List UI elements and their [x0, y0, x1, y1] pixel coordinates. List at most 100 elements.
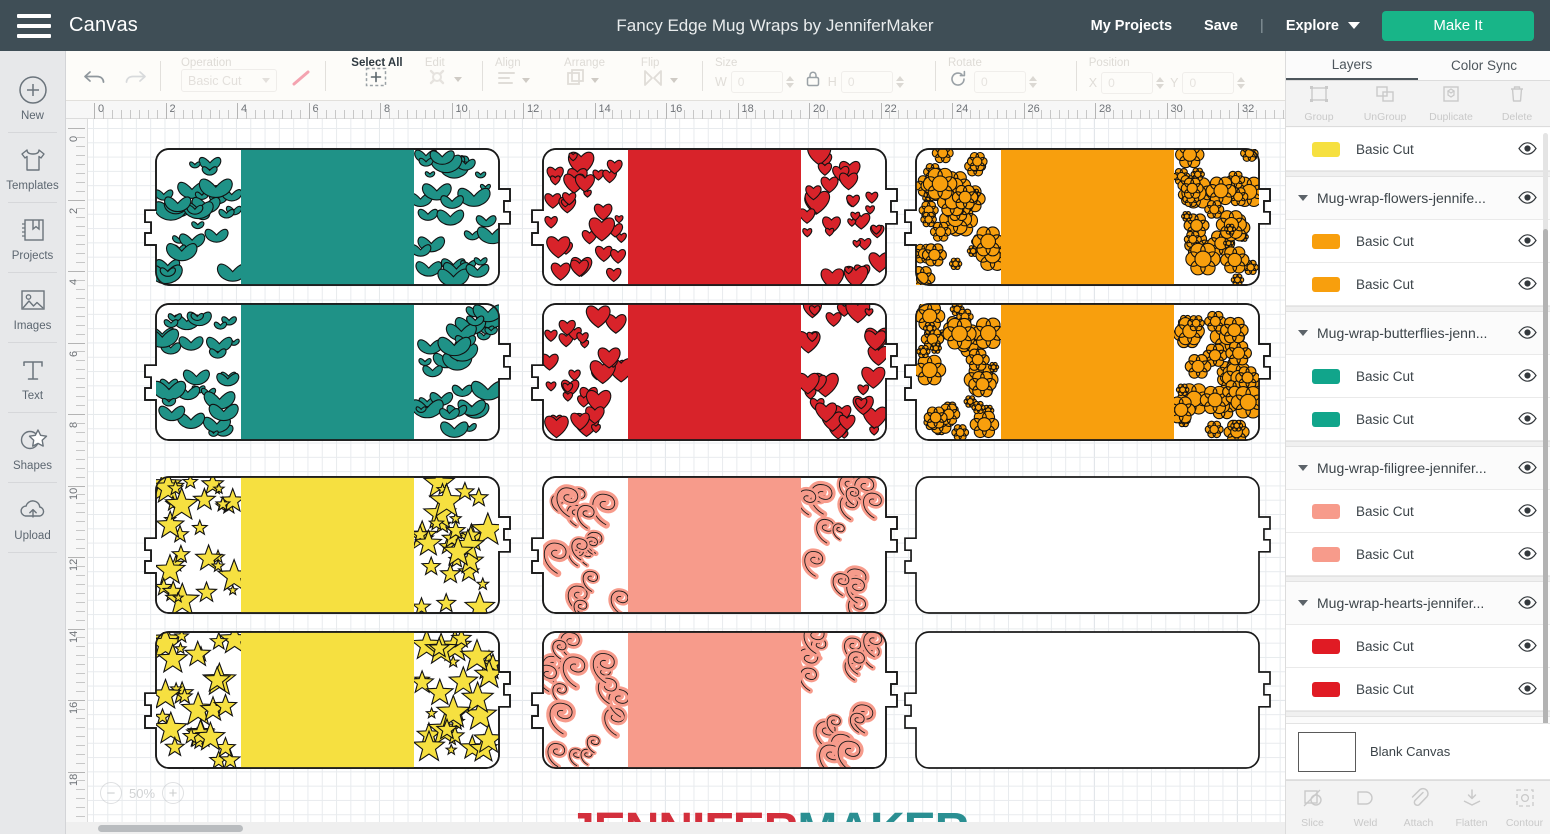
visibility-toggle-icon[interactable] — [1518, 277, 1537, 291]
size-width-input[interactable]: 0 — [730, 70, 783, 93]
sidebar-item-new[interactable]: New — [0, 63, 65, 132]
mug-wrap-shape[interactable] — [144, 148, 511, 287]
explore-menu[interactable]: Explore — [1270, 18, 1374, 34]
layer-color-swatch[interactable] — [1312, 638, 1340, 654]
mug-wrap-shape[interactable] — [531, 301, 898, 441]
visibility-toggle-icon[interactable] — [1518, 596, 1537, 610]
layer-color-swatch[interactable] — [1312, 141, 1340, 157]
layer-group-row[interactable]: Mug-wrap-filigree-jennifer... — [1286, 447, 1550, 490]
redo-icon[interactable] — [122, 67, 148, 94]
attach-button[interactable]: Attach — [1392, 781, 1445, 834]
mug-wrap-shape[interactable] — [144, 468, 511, 620]
layer-color-swatch[interactable] — [1312, 546, 1340, 562]
mug-wrap-shape[interactable] — [531, 476, 898, 621]
visibility-toggle-icon[interactable] — [1518, 234, 1537, 248]
layers-scrollbar[interactable] — [1543, 133, 1548, 773]
layer-row[interactable]: Basic Cut — [1286, 398, 1550, 441]
undo-icon[interactable] — [82, 67, 108, 94]
layers-list[interactable]: Basic Cut Mug-wrap-flowers-jennife... Basi… — [1286, 128, 1550, 790]
weld-button[interactable]: Weld — [1339, 781, 1392, 834]
visibility-toggle-icon[interactable] — [1518, 547, 1537, 561]
position-y-input[interactable]: 0 — [1182, 72, 1235, 94]
layer-row[interactable]: Basic Cut — [1286, 533, 1550, 576]
layer-color-swatch[interactable] — [1312, 276, 1340, 292]
layer-row[interactable]: Basic Cut — [1286, 128, 1550, 171]
rotate-stepper[interactable] — [1028, 75, 1037, 88]
layer-color-swatch[interactable] — [1312, 368, 1340, 384]
position-x-stepper[interactable] — [1156, 77, 1165, 89]
chevron-down-icon[interactable] — [1298, 465, 1308, 471]
visibility-toggle-icon[interactable] — [1518, 682, 1537, 696]
mug-wrap-shape[interactable] — [531, 626, 898, 775]
save-button[interactable]: Save — [1188, 18, 1254, 34]
visibility-toggle-icon[interactable] — [1518, 461, 1537, 475]
scrollbar-thumb[interactable] — [98, 825, 243, 832]
sidebar-item-text[interactable]: Text — [0, 343, 65, 412]
visibility-toggle-icon[interactable] — [1518, 191, 1537, 205]
chevron-down-icon[interactable] — [591, 78, 600, 83]
operation-select[interactable]: Basic Cut — [180, 69, 277, 92]
layer-row[interactable]: Basic Cut — [1286, 220, 1550, 263]
blank-canvas-row[interactable]: Blank Canvas — [1286, 723, 1550, 780]
zoom-out-button[interactable]: − — [100, 782, 122, 804]
layer-color-swatch[interactable] — [1312, 233, 1340, 249]
layers-scrollbar-thumb[interactable] — [1543, 229, 1548, 729]
position-x-input[interactable]: 0 — [1101, 72, 1154, 94]
mug-wrap-shape[interactable] — [904, 302, 1271, 443]
mug-wrap-shape[interactable] — [144, 303, 511, 441]
slice-button[interactable]: Slice — [1286, 781, 1339, 834]
chevron-down-icon[interactable] — [453, 77, 462, 82]
sidebar-item-shapes[interactable]: Shapes — [0, 413, 65, 482]
mug-wrap-shape[interactable] — [531, 144, 898, 289]
edit-icon[interactable] — [425, 65, 451, 94]
lock-icon[interactable] — [804, 69, 822, 94]
visibility-toggle-icon[interactable] — [1518, 412, 1537, 426]
chevron-down-icon[interactable] — [522, 78, 531, 83]
visibility-toggle-icon[interactable] — [1518, 326, 1537, 340]
rotate-icon[interactable] — [948, 69, 968, 94]
horizontal-scrollbar[interactable] — [66, 822, 1285, 834]
select-all-icon[interactable] — [362, 65, 390, 94]
chevron-down-icon[interactable] — [1298, 330, 1308, 336]
mug-wrap-shape[interactable] — [904, 631, 1271, 769]
zoom-in-button[interactable]: + — [162, 782, 185, 804]
make-it-button[interactable]: Make It — [1382, 10, 1534, 41]
sidebar-item-images[interactable]: Images — [0, 273, 65, 342]
size-height-input[interactable]: 0 — [840, 70, 893, 93]
size-height-stepper[interactable] — [895, 75, 904, 88]
mug-wrap-shape[interactable] — [904, 142, 1271, 290]
position-y-stepper[interactable] — [1237, 77, 1246, 89]
design-shapes[interactable] — [88, 119, 1285, 834]
chevron-down-icon[interactable] — [669, 78, 678, 83]
align-icon[interactable] — [495, 67, 519, 94]
sidebar-item-upload[interactable]: Upload — [0, 483, 65, 552]
sidebar-item-templates[interactable]: Templates — [0, 133, 65, 202]
visibility-toggle-icon[interactable] — [1518, 639, 1537, 653]
layer-group-row[interactable]: Mug-wrap-butterflies-jenn... — [1286, 312, 1550, 355]
flip-icon[interactable] — [641, 67, 667, 94]
rotate-input[interactable]: 0 — [973, 70, 1026, 93]
layer-row[interactable]: Basic Cut — [1286, 668, 1550, 711]
cutting-mat[interactable]: JENNIFERMAKER — [88, 119, 1285, 834]
layer-group-row[interactable]: Mug-wrap-flowers-jennife... — [1286, 177, 1550, 220]
arrange-icon[interactable] — [564, 67, 588, 94]
ungroup-button[interactable]: UnGroup — [1352, 81, 1418, 126]
mug-wrap-shape[interactable] — [144, 624, 511, 769]
line-type-icon[interactable] — [289, 67, 313, 94]
visibility-toggle-icon[interactable] — [1518, 369, 1537, 383]
tab-layers[interactable]: Layers — [1286, 51, 1418, 80]
layer-group-row[interactable]: Mug-wrap-hearts-jennifer... — [1286, 582, 1550, 625]
delete-button[interactable]: Delete — [1484, 81, 1550, 126]
layer-color-swatch[interactable] — [1312, 503, 1340, 519]
tab-color-sync[interactable]: Color Sync — [1418, 51, 1550, 80]
canvas-area[interactable]: 0 2 4 6 8 10 12 14 16 18 20 22 24 26 28 30 32 0 2 4 6 8 10 12 1… — [66, 101, 1285, 834]
layer-color-swatch[interactable] — [1312, 411, 1340, 427]
hamburger-menu-icon[interactable] — [17, 13, 51, 38]
visibility-toggle-icon[interactable] — [1518, 142, 1537, 156]
flatten-button[interactable]: Flatten — [1445, 781, 1498, 834]
mug-wrap-shape[interactable] — [904, 476, 1271, 614]
layer-row[interactable]: Basic Cut — [1286, 263, 1550, 306]
chevron-down-icon[interactable] — [1298, 600, 1308, 606]
group-button[interactable]: Group — [1286, 81, 1352, 126]
visibility-toggle-icon[interactable] — [1518, 504, 1537, 518]
